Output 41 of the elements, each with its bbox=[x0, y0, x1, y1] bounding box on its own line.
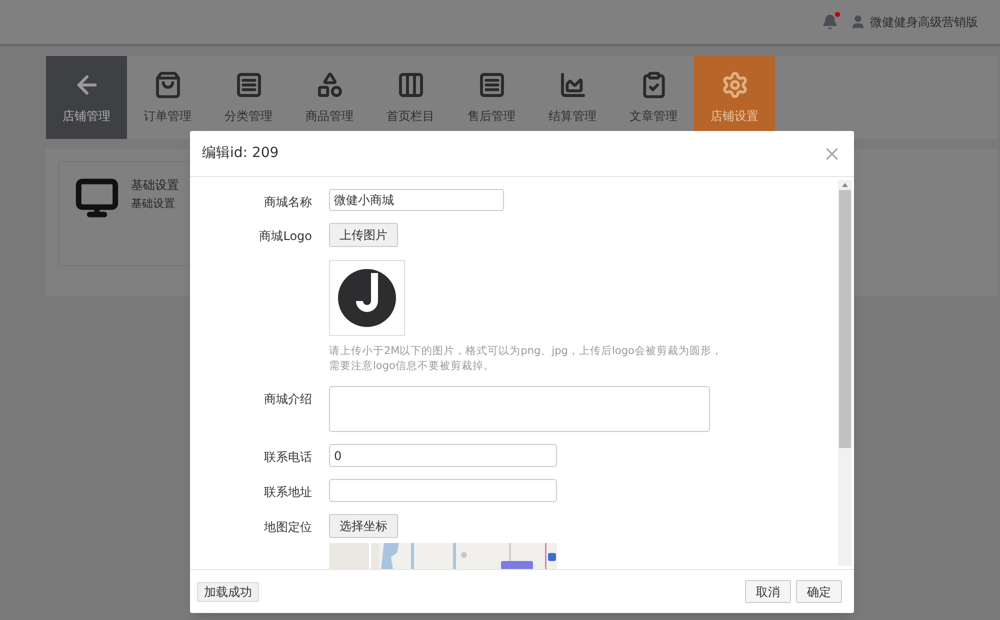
nav-item[interactable]: 售后管理 bbox=[451, 56, 532, 139]
input-field[interactable]: 微健小商城 bbox=[329, 189, 504, 211]
chart-icon bbox=[558, 70, 586, 98]
card-title: 基础设置 bbox=[131, 177, 179, 194]
monitor-icon bbox=[75, 176, 119, 220]
field-label: 商城名称 bbox=[263, 194, 312, 211]
field-label: 商城Logo bbox=[258, 228, 312, 245]
nav-item[interactable]: 结算管理 bbox=[532, 56, 613, 139]
shopping-bag-icon bbox=[154, 70, 182, 98]
nav-item[interactable]: 商品管理 bbox=[289, 56, 370, 139]
user-icon bbox=[850, 14, 866, 30]
scrollbar[interactable] bbox=[838, 180, 852, 566]
nav-item[interactable]: 订单管理 bbox=[127, 56, 208, 139]
cancel-button[interactable]: 取消 bbox=[745, 580, 791, 603]
card-subtitle: 基础设置 bbox=[131, 196, 176, 212]
select-coordinates-button[interactable]: 选择坐标 bbox=[329, 514, 398, 538]
input-field[interactable] bbox=[329, 479, 557, 502]
textarea-field[interactable] bbox=[329, 386, 710, 432]
list-box-icon bbox=[478, 70, 506, 98]
nav-item[interactable]: 首页栏目 bbox=[370, 56, 451, 139]
columns-icon bbox=[396, 70, 424, 98]
list-box-icon bbox=[234, 70, 262, 98]
back-nav-item[interactable]: 店铺管理 bbox=[46, 56, 127, 139]
status-button[interactable]: 加载成功 bbox=[197, 582, 259, 602]
nav-item[interactable]: 分类管理 bbox=[208, 56, 289, 139]
settings-icon bbox=[720, 70, 748, 98]
logo-icon bbox=[338, 269, 396, 327]
field-label: 联系地址 bbox=[263, 484, 312, 501]
field-label: 商城介绍 bbox=[263, 391, 312, 408]
input-field[interactable]: 0 bbox=[329, 444, 557, 467]
field-label: 地图定位 bbox=[263, 519, 312, 536]
upload-button[interactable]: 上传图片 bbox=[329, 223, 398, 247]
field-label: 联系电话 bbox=[263, 449, 312, 466]
user-name[interactable]: 微健健身高级营销版 bbox=[870, 13, 978, 31]
upload-hint: 请上传小于2M以下的图片，格式可以为png、jpg，上传后logo会被剪裁为圆形， bbox=[329, 344, 722, 359]
nav-item[interactable]: 文章管理 bbox=[613, 56, 694, 139]
upload-hint: 需要注意logo信息不要被剪裁掉。 bbox=[329, 359, 496, 374]
dialog-title: 编辑id: 209 bbox=[202, 144, 279, 163]
confirm-button[interactable]: 确定 bbox=[796, 580, 842, 603]
shapes-icon bbox=[316, 70, 344, 98]
notification-bell-icon[interactable] bbox=[822, 14, 838, 30]
